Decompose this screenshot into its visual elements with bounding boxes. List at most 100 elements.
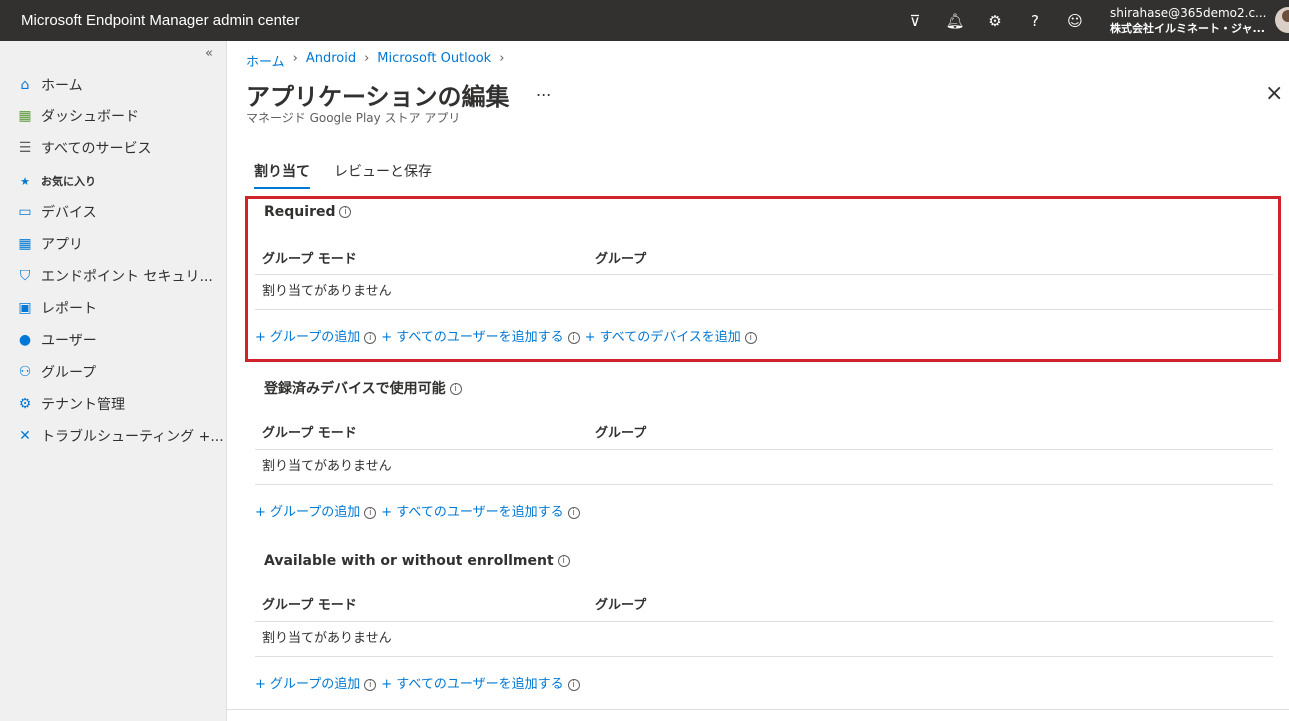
row-divider (255, 309, 1273, 310)
column-header-group[interactable]: グループ (595, 594, 646, 613)
sidebar-item-all-services[interactable]: ☰ すべてのサービス (15, 136, 152, 160)
sidebar-item-label: アプリ (41, 237, 83, 253)
close-icon[interactable]: × (1265, 81, 1283, 106)
top-icons: ⊽ 🔔︎ ⚙ ? ☺ (895, 7, 1095, 35)
sidebar-item-tenant-admin[interactable]: ⚙ テナント管理 (15, 392, 125, 416)
row-divider (255, 656, 1273, 657)
section-title-required: Required i (264, 204, 352, 220)
add-group-link[interactable]: + グループの追加 i (255, 501, 377, 520)
smiley-icon[interactable]: ☺ (1055, 7, 1095, 35)
breadcrumb: ホーム › Android › Microsoft Outlook › (246, 51, 512, 70)
wrench-icon: ✕ (19, 428, 31, 444)
tenant-icon: ⚙ (18, 396, 32, 412)
sidebar-item-reports[interactable]: ▣ レポート (15, 296, 97, 320)
chevron-right-icon: › (499, 51, 505, 66)
info-icon[interactable]: i (567, 506, 580, 519)
sidebar-item-label: すべてのサービス (41, 141, 152, 157)
empty-assignments: 割り当てがありません (262, 459, 392, 474)
column-header-group[interactable]: グループ (595, 422, 646, 441)
sidebar-item-groups[interactable]: ⚇ グループ (15, 360, 96, 384)
sidebar-item-label: ホーム (41, 78, 83, 94)
info-icon[interactable]: i (339, 206, 352, 218)
group-icon: ⚇ (18, 364, 32, 380)
sidebar-favorites-header: ★ お気に入り (15, 169, 96, 193)
actions-available-enrolled: + グループの追加 i + すべてのユーザーを追加する i (255, 501, 585, 520)
sidebar-item-dashboard[interactable]: ▦ ダッシュボード (15, 104, 139, 128)
add-group-link[interactable]: + グループの追加 i (255, 673, 377, 692)
app-title[interactable]: Microsoft Endpoint Manager admin center (21, 12, 299, 29)
sidebar-item-label: デバイス (41, 205, 97, 221)
sidebar-item-label: ユーザー (41, 333, 97, 349)
sidebar-item-home[interactable]: ⌂ ホーム (15, 73, 83, 97)
empty-assignments: 割り当てがありません (262, 631, 392, 646)
user-tenant: 株式会社イルミネート・ジャ... (1110, 22, 1265, 35)
breadcrumb-android[interactable]: Android (306, 51, 356, 70)
info-icon[interactable]: i (567, 678, 580, 691)
list-icon: ☰ (18, 140, 32, 156)
sidebar-item-endpoint-security[interactable]: ⛉ エンドポイント セキュリ... (15, 264, 213, 288)
top-bar: Microsoft Endpoint Manager admin center … (0, 0, 1289, 41)
sidebar: « ⌂ ホーム ▦ ダッシュボード ☰ すべてのサービス ★ お気に入り ▭ デ… (0, 41, 227, 721)
add-all-users-link[interactable]: + すべてのユーザーを追加する i (381, 326, 580, 345)
bell-icon[interactable]: 🔔︎ (935, 7, 975, 35)
info-icon[interactable]: i (364, 678, 377, 691)
info-icon[interactable]: i (744, 331, 757, 344)
feedback-filter-icon[interactable]: ⊽ (895, 7, 935, 35)
row-divider (255, 484, 1273, 485)
sidebar-item-troubleshooting[interactable]: ✕ トラブルシューティング +... (15, 424, 224, 448)
column-header-group[interactable]: グループ (595, 248, 646, 267)
column-header-mode[interactable]: グループ モード (262, 594, 357, 613)
gear-icon[interactable]: ⚙ (975, 7, 1015, 35)
row-divider (255, 274, 1273, 275)
user-email: shirahase@365demo2.c... (1110, 6, 1267, 20)
empty-assignments: 割り当てがありません (262, 284, 392, 299)
actions-available-without-enrollment: + グループの追加 i + すべてのユーザーを追加する i (255, 673, 585, 692)
help-icon[interactable]: ? (1015, 7, 1055, 35)
collapse-sidebar-icon[interactable]: « (205, 46, 213, 61)
shield-icon: ⛉ (19, 268, 31, 284)
account-info[interactable]: shirahase@365demo2.c... 株式会社イルミネート・ジャ... (1110, 5, 1270, 37)
sidebar-item-apps[interactable]: ▦ アプリ (15, 232, 83, 256)
more-options-icon[interactable]: ... (536, 81, 551, 100)
tab-review-save[interactable]: レビューと保存 (334, 161, 432, 189)
info-icon[interactable]: i (567, 331, 580, 344)
add-group-link[interactable]: + グループの追加 i (255, 326, 377, 345)
breadcrumb-home[interactable]: ホーム (246, 51, 285, 70)
page-subtitle: マネージド Google Play ストア アプリ (246, 111, 461, 125)
chevron-right-icon: › (364, 51, 370, 66)
star-icon: ★ (20, 174, 30, 188)
apps-icon: ▦ (18, 236, 32, 252)
column-header-mode[interactable]: グループ モード (262, 422, 357, 441)
info-icon[interactable]: i (557, 555, 570, 567)
add-all-users-link[interactable]: + すべてのユーザーを追加する i (381, 501, 580, 520)
sidebar-item-label: レポート (41, 301, 97, 317)
tab-bar: 割り当て レビューと保存 (254, 161, 456, 189)
sidebar-item-label: お気に入り (41, 175, 96, 188)
column-header-mode[interactable]: グループ モード (262, 248, 357, 267)
sidebar-item-devices[interactable]: ▭ デバイス (15, 200, 97, 224)
sidebar-item-label: ダッシュボード (41, 109, 139, 125)
sidebar-item-label: テナント管理 (41, 397, 125, 413)
actions-required: + グループの追加 i + すべてのユーザーを追加する i + すべてのデバイスを追… (255, 326, 762, 345)
row-divider (255, 449, 1273, 450)
add-all-users-link[interactable]: + すべてのユーザーを追加する i (381, 673, 580, 692)
main-panel: ホーム › Android › Microsoft Outlook › アプリケ… (227, 41, 1289, 721)
section-title-available-without-enrollment: Available with or without enrollment i (264, 553, 570, 569)
sidebar-item-users[interactable]: ● ユーザー (15, 328, 97, 352)
info-icon[interactable]: i (364, 506, 377, 519)
devices-icon: ▭ (18, 204, 32, 220)
section-title-available-enrolled: 登録済みデバイスで使用可能 i (264, 378, 462, 398)
info-icon[interactable]: i (364, 331, 377, 344)
breadcrumb-outlook[interactable]: Microsoft Outlook (377, 51, 491, 70)
home-icon: ⌂ (20, 77, 30, 93)
sidebar-item-label: エンドポイント セキュリ... (41, 269, 213, 285)
avatar[interactable] (1275, 7, 1289, 33)
add-all-devices-link[interactable]: + すべてのデバイスを追加 i (585, 326, 757, 345)
info-icon[interactable]: i (449, 383, 462, 395)
tab-assignments[interactable]: 割り当て (254, 161, 310, 189)
sidebar-item-label: グループ (41, 365, 97, 381)
sidebar-item-label: トラブルシューティング +... (41, 429, 224, 445)
row-divider (255, 621, 1273, 622)
chevron-right-icon: › (292, 51, 298, 66)
page-title: アプリケーションの編集 (246, 83, 510, 111)
